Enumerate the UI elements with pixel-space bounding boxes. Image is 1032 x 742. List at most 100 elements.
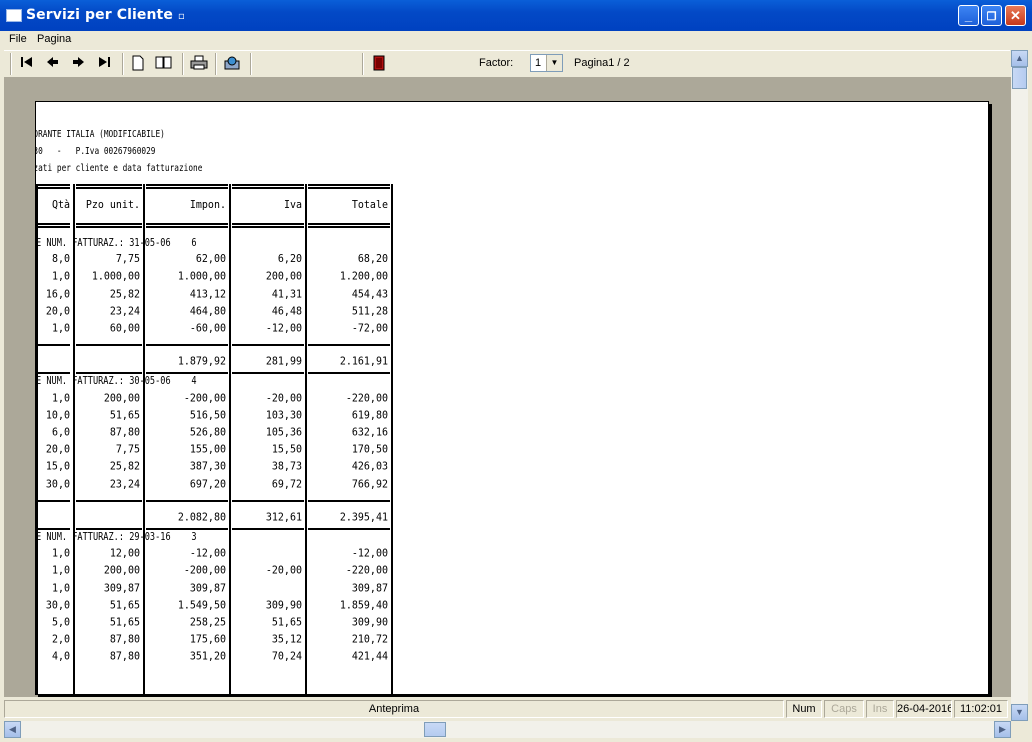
table-cell: -12,00 [351, 547, 388, 560]
column-header: Impon. [189, 199, 226, 212]
table-cell: 12,00 [109, 547, 140, 560]
subtotal-rule [308, 344, 390, 347]
table-cell: 87,80 [109, 426, 140, 439]
table-cell: 516,50 [189, 409, 226, 422]
table-cell: 200,00 [103, 392, 140, 405]
header-rule [308, 187, 390, 189]
first-page-icon[interactable] [18, 55, 36, 73]
single-page-icon[interactable] [129, 55, 147, 73]
table-cell: 619,80 [351, 409, 388, 422]
subtotal-bottom-rule [308, 528, 390, 530]
last-page-icon[interactable] [95, 55, 113, 73]
title-bar[interactable]: Servizi per Cliente ▫ _ ❐ ✕ [0, 0, 1032, 31]
header-rule [232, 223, 304, 225]
close-button[interactable]: ✕ [1005, 5, 1026, 26]
table-cell: 2,0 [51, 633, 70, 646]
toolbar-separator [10, 53, 12, 75]
scroll-left-icon[interactable]: ◀ [4, 721, 21, 738]
table-cell: 51,65 [109, 599, 140, 612]
table-cell: 1,0 [51, 547, 70, 560]
subtotal-cell: 2.082,80 [177, 511, 226, 524]
header-rule [232, 187, 304, 189]
page-indicator: Pagina1 / 2 [574, 57, 630, 69]
subtotal-bottom-rule [76, 528, 142, 530]
table-cell: 1.859,40 [339, 599, 388, 612]
table-cell: 8,0 [51, 253, 70, 266]
app-icon[interactable] [6, 9, 22, 22]
column-separator [143, 184, 145, 694]
restore-button[interactable]: ❐ [981, 5, 1002, 26]
menu-pagina[interactable]: Pagina [37, 33, 71, 45]
header-rule [36, 184, 70, 186]
subtotal-bottom-rule [76, 372, 142, 374]
table-cell: -60,00 [189, 322, 226, 335]
two-pages-icon[interactable] [155, 55, 173, 73]
chevron-down-icon[interactable]: ▼ [546, 55, 562, 71]
status-num: Num [786, 700, 822, 718]
table-cell: 23,24 [109, 478, 140, 491]
restore-icon: ❐ [986, 11, 997, 23]
horizontal-scrollbar[interactable]: ◀ ▶ [4, 721, 1011, 738]
export-icon[interactable] [223, 55, 241, 73]
table-cell: 70,24 [271, 650, 302, 663]
table-cell: 10,0 [45, 409, 70, 422]
table-cell: 511,28 [351, 305, 388, 318]
table-cell: 1.549,50 [177, 599, 226, 612]
scroll-up-icon[interactable]: ▲ [1011, 50, 1028, 67]
table-cell: 68,20 [357, 253, 388, 266]
exit-door-icon[interactable] [370, 55, 388, 73]
group-label: E NUM. FATTURAZ.: 31-05-06 6 [36, 237, 197, 250]
toolbar-separator [122, 53, 124, 75]
status-bar: Anteprima Num Caps Ins 26-04-2016 11:02:… [4, 698, 1011, 720]
header-rule [36, 226, 70, 228]
subtotal-rule [308, 499, 390, 502]
table-cell: 7,75 [115, 253, 140, 266]
prev-page-icon[interactable] [44, 55, 62, 73]
table-cell: 16,0 [45, 288, 70, 301]
table-cell: -200,00 [183, 564, 226, 577]
scroll-right-icon[interactable]: ▶ [994, 721, 1011, 738]
table-cell: 309,87 [351, 582, 388, 595]
vertical-scroll-thumb[interactable] [1012, 67, 1027, 89]
table-cell: 1,0 [51, 582, 70, 595]
header-rule [36, 187, 70, 189]
table-cell: -220,00 [345, 564, 388, 577]
table-cell: 1.000,00 [91, 270, 140, 283]
column-separator [229, 184, 231, 694]
table-cell: 41,31 [271, 288, 302, 301]
print-icon[interactable] [190, 55, 208, 73]
header-rule [76, 226, 142, 228]
close-icon: ✕ [1010, 8, 1021, 23]
scroll-down-icon[interactable]: ▼ [1011, 704, 1028, 721]
table-cell: 25,82 [109, 460, 140, 473]
report-page: STORANTE ITALIA (MODIFICABILE) 8230 - P.… [35, 101, 989, 695]
header-rule [36, 223, 70, 225]
factor-value: 1 [535, 57, 542, 69]
table-cell: 87,80 [109, 633, 140, 646]
factor-select[interactable]: 1 ▼ [530, 54, 563, 72]
next-page-icon[interactable] [69, 55, 87, 73]
menu-bar: File Pagina [0, 31, 1032, 49]
subtotal-cell: 1.879,92 [177, 355, 226, 368]
subtotal-rule [76, 499, 142, 502]
window-title: Servizi per Cliente ▫ [26, 7, 185, 23]
status-time: 11:02:01 [954, 700, 1008, 718]
horizontal-scroll-thumb[interactable] [424, 722, 446, 737]
table-cell: 60,00 [109, 322, 140, 335]
menu-file[interactable]: File [9, 33, 27, 45]
table-cell: -12,00 [265, 322, 302, 335]
column-separator [73, 184, 75, 694]
minimize-button[interactable]: _ [958, 5, 979, 26]
table-cell: 4,0 [51, 650, 70, 663]
status-ins: Ins [866, 700, 894, 718]
subtotal-bottom-rule [232, 372, 304, 374]
header-rule [232, 184, 304, 186]
table-cell: 25,82 [109, 288, 140, 301]
header-rule [232, 226, 304, 228]
subtotal-cell: 312,61 [265, 511, 302, 524]
app-window: Servizi per Cliente ▫ _ ❐ ✕ File Pagina [0, 0, 1032, 742]
table-cell: 426,03 [351, 460, 388, 473]
vertical-scrollbar[interactable]: ▲ ▼ [1011, 50, 1028, 721]
toolbar-separator [182, 53, 184, 75]
group-label: E NUM. FATTURAZ.: 29-03-16 3 [36, 531, 197, 544]
